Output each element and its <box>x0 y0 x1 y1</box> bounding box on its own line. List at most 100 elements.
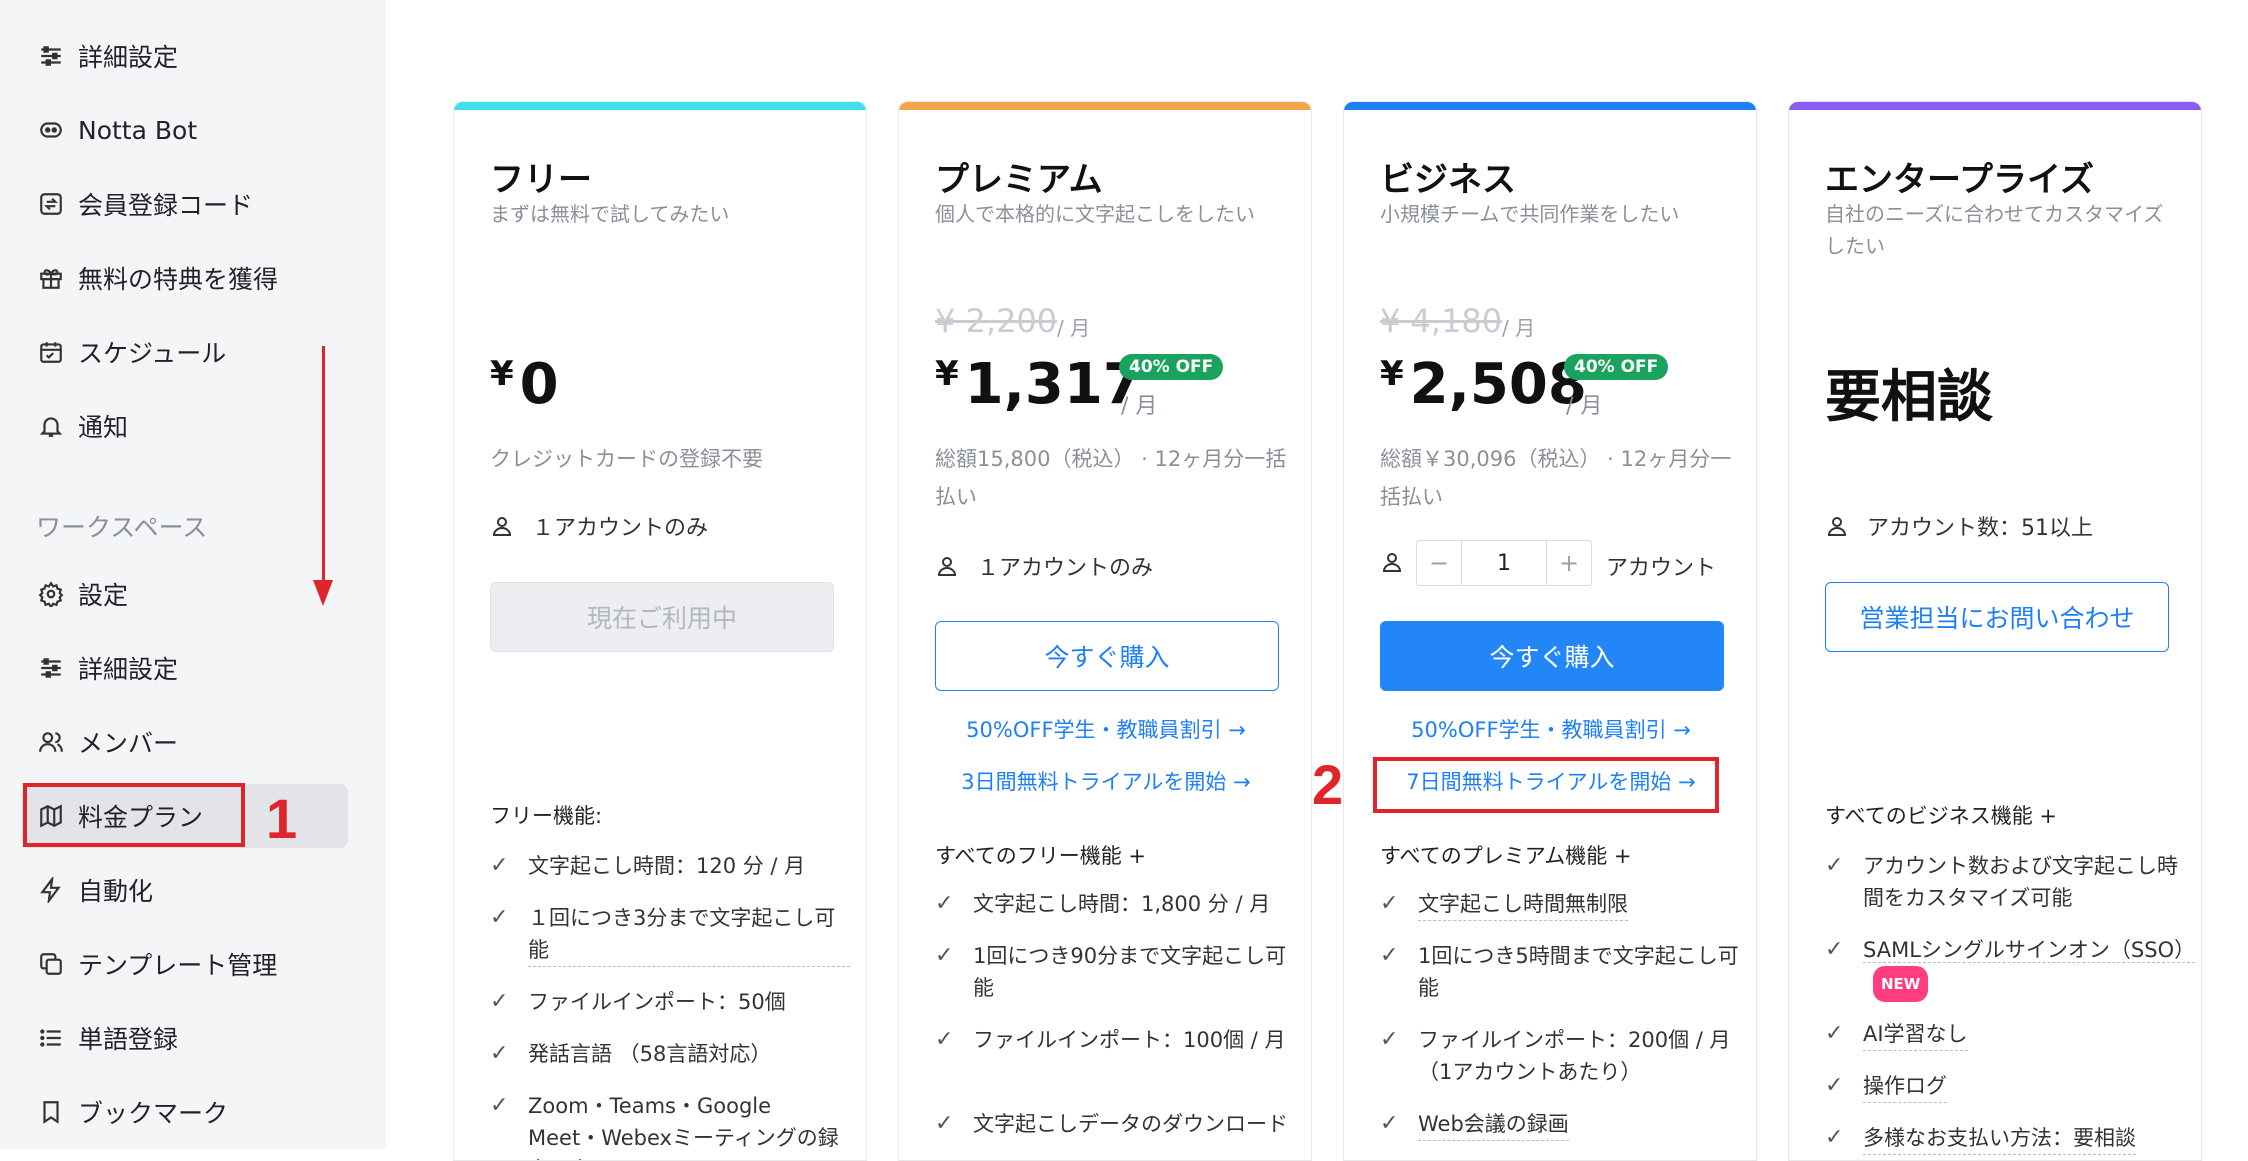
sidebar-item-glossary[interactable]: 単語登録 <box>22 1006 348 1070</box>
student-discount-link[interactable]: 50%OFF学生・教職員割引 → <box>1344 714 1756 744</box>
feature-item: ✓ 1回につき5時間まで文字起こし可能 <box>1380 940 1740 1004</box>
annotation-highlight-1 <box>23 783 245 847</box>
sidebar-item-label: 設定 <box>78 581 129 610</box>
plan-subtitle: 自社のニーズに合わせてカスタマイズしたい <box>1825 202 2164 258</box>
feature-item: ✓ 文字起こしデータのダウンロード <box>935 1108 1295 1140</box>
contact-sales-button[interactable]: 営業担当にお問い合わせ <box>1825 582 2169 652</box>
plan-account-info: １アカウントのみ <box>935 550 1153 582</box>
check-icon: ✓ <box>1825 1021 1844 1046</box>
sliders-icon <box>36 41 66 71</box>
sidebar-item-automation[interactable]: 自動化 <box>22 858 348 922</box>
feature-item: ✓ 文字起こし時間：1,800 分 / 月 <box>935 888 1295 920</box>
user-icon <box>492 517 512 536</box>
bell-icon <box>36 411 66 441</box>
plan-subtitle: 小規模チームで共同作業をしたい <box>1380 202 1680 226</box>
annotation-arrow-head <box>313 580 333 606</box>
quantity-input[interactable]: 1 <box>1461 541 1547 585</box>
features-heading: すべてのプレミアム機能 + <box>1380 844 1632 868</box>
feature-item: ✓ AI学習なし <box>1825 1018 2185 1051</box>
account-label: アカウント数：51以上 <box>1867 516 2093 541</box>
per-month-label: / 月 <box>1502 316 1536 340</box>
features-heading: すべてのフリー機能 + <box>935 844 1146 868</box>
feature-item: ✓ 文字起こし時間：120 分 / 月 <box>490 850 850 882</box>
sidebar-item-label: 会員登録コード <box>78 191 254 220</box>
sidebar-item-label: 通知 <box>78 413 129 442</box>
feature-item: ✓ １回につき3分まで文字起こし可能 <box>490 902 850 967</box>
sidebar-item-advanced-settings[interactable]: 詳細設定 <box>22 24 348 88</box>
per-month-label: / 月 <box>1566 394 1603 419</box>
check-icon: ✓ <box>490 905 509 930</box>
sidebar-item-member-code[interactable]: 会員登録コード <box>22 172 348 236</box>
increment-button[interactable]: + <box>1547 541 1591 585</box>
sidebar-item-notifications[interactable]: 通知 <box>22 394 348 458</box>
free-trial-link[interactable]: 3日間無料トライアルを開始 → <box>899 766 1311 796</box>
check-icon: ✓ <box>490 853 509 878</box>
currency-symbol: ¥ <box>935 354 959 394</box>
sidebar-item-workspace-advanced[interactable]: 詳細設定 <box>22 636 348 700</box>
check-icon: ✓ <box>935 891 954 916</box>
check-icon: ✓ <box>490 989 509 1014</box>
check-icon: ✓ <box>1825 937 1844 962</box>
new-badge: NEW <box>1873 966 1929 1002</box>
feature-item: ✓ 多様なお支払い方法：要相談 <box>1825 1122 2185 1155</box>
account-unit-label: アカウント <box>1606 556 1717 581</box>
feature-item: ✓Zoom・Teams・Google Meet・Webexミーティングの録音・文 <box>490 1090 850 1160</box>
plan-price: ¥1,317 <box>935 352 1142 417</box>
check-icon: ✓ <box>1380 1027 1399 1052</box>
decrement-button[interactable]: − <box>1417 541 1461 585</box>
check-icon: ✓ <box>1380 891 1399 916</box>
buy-now-button[interactable]: 今すぐ購入 <box>1380 621 1724 691</box>
user-icon <box>937 557 957 576</box>
price-value: 0 <box>519 352 559 417</box>
plan-title: エンタープライズ <box>1825 160 2094 200</box>
sidebar-item-templates[interactable]: テンプレート管理 <box>22 932 348 996</box>
currency-symbol: ¥ <box>1380 354 1404 394</box>
sidebar-item-label: メンバー <box>78 729 179 758</box>
feature-item: ✓ ファイルインポート：50個 <box>490 986 850 1018</box>
plan-subtitle: まずは無料で試してみたい <box>490 202 730 226</box>
plan-card-enterprise: エンタープライズ 自社のニーズに合わせてカスタマイズしたい 要相談 アカウント数… <box>1788 101 2202 1161</box>
plan-card-business: ビジネス 小規模チームで共同作業をしたい ¥ 4,180 / 月 ¥2,508 … <box>1343 101 1757 1161</box>
sidebar-item-label: 詳細設定 <box>78 43 179 72</box>
annotation-number-1: 1 <box>266 787 298 850</box>
plan-color-bar <box>1344 102 1756 110</box>
plan-account-info: １アカウントのみ <box>490 510 708 542</box>
features-heading: フリー機能: <box>490 804 603 828</box>
currency-symbol: ¥ <box>490 354 514 394</box>
gift-icon <box>36 263 66 293</box>
plan-price: ¥0 <box>490 352 559 417</box>
check-icon: ✓ <box>1825 1125 1844 1150</box>
gear-icon <box>36 579 66 609</box>
student-discount-link[interactable]: 50%OFF学生・教職員割引 → <box>899 714 1311 744</box>
sidebar-item-free-benefits[interactable]: 無料の特典を獲得 <box>22 246 348 310</box>
feature-item: ✓ ファイルインポート：100個 / 月 <box>935 1024 1295 1056</box>
original-price: ¥ 2,200 <box>935 302 1058 340</box>
plan-note: クレジットカードの登録不要 <box>490 447 763 471</box>
sidebar-item-settings[interactable]: 設定 <box>22 562 348 626</box>
feature-item: ✓ Web会議の録画 <box>1380 1108 1740 1141</box>
plan-color-bar <box>454 102 866 110</box>
buy-now-button[interactable]: 今すぐ購入 <box>935 621 1279 691</box>
sidebar-item-label: 自動化 <box>78 877 154 906</box>
check-icon: ✓ <box>1825 1073 1844 1098</box>
check-icon: ✓ <box>1380 1111 1399 1136</box>
user-icon <box>1382 553 1402 572</box>
sidebar-item-schedule[interactable]: スケジュール <box>22 320 348 384</box>
feature-item: ✓ ファイルインポート：200個 / 月（1アカウントあたり） <box>1380 1024 1740 1088</box>
sidebar-item-label: ブックマーク <box>78 1099 229 1128</box>
annotation-arrow <box>322 346 325 586</box>
discount-badge: 40% OFF <box>1119 354 1224 380</box>
feature-item: ✓ SAMLシングルサインオン（SSO）NEW <box>1825 934 2196 1002</box>
sliders-icon <box>36 653 66 683</box>
sidebar-item-members[interactable]: メンバー <box>22 710 348 774</box>
plan-color-bar <box>899 102 1311 110</box>
template-icon <box>36 949 66 979</box>
sidebar-item-label: スケジュール <box>78 339 227 368</box>
bot-icon <box>36 115 66 145</box>
feature-item: ✓ 操作ログ <box>1825 1070 2185 1103</box>
members-icon <box>36 727 66 757</box>
plan-price: 要相談 <box>1825 365 1993 430</box>
sidebar-item-notta-bot[interactable]: Notta Bot <box>22 98 348 162</box>
annotation-highlight-2 <box>1373 757 1719 813</box>
sidebar-item-bookmarks[interactable]: ブックマーク <box>22 1080 348 1144</box>
